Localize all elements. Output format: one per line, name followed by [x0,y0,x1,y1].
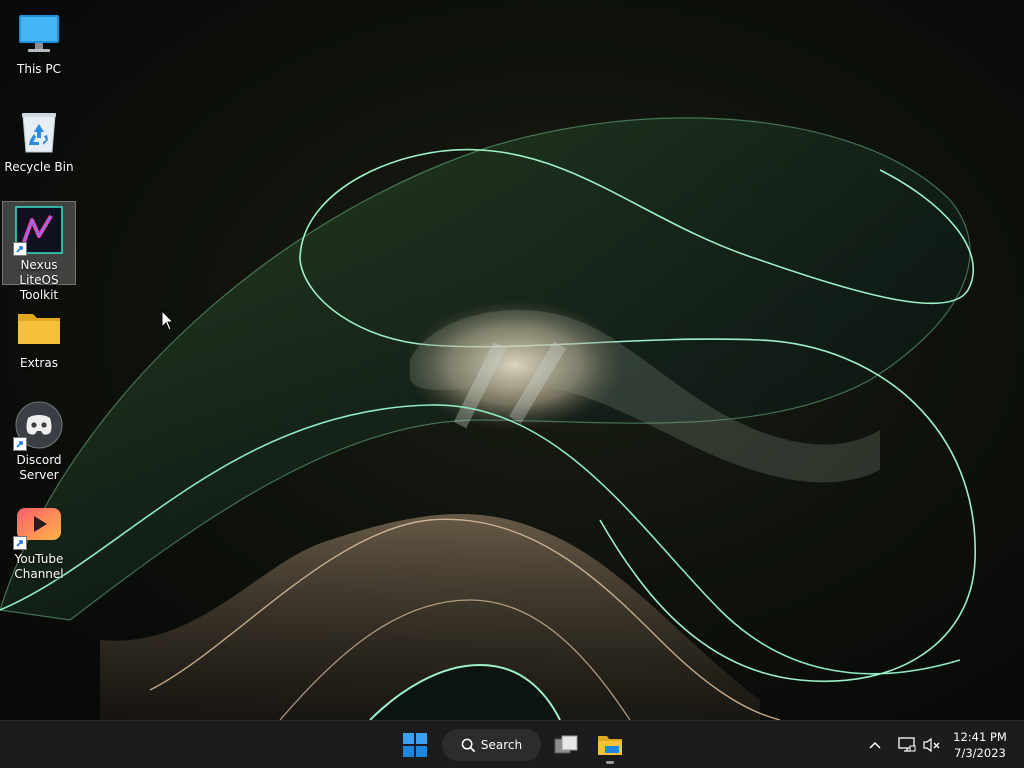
network-button[interactable] [896,727,918,763]
recycle-bin-icon [15,108,63,156]
shortcut-arrow-icon [13,536,27,550]
show-hidden-icons-button[interactable] [864,727,886,763]
search-icon [461,738,476,752]
desktop-icon-label: Recycle Bin [4,160,74,174]
wallpaper [0,117,976,720]
windows-logo-icon [403,733,427,757]
shortcut-arrow-icon [13,437,27,451]
monitor-icon [15,10,63,58]
task-view-icon [554,735,578,754]
network-icon [898,737,916,752]
start-button[interactable] [399,727,431,763]
search-label: Search [480,738,523,752]
desktop-icon-recycle-bin[interactable]: Recycle Bin [2,104,76,184]
desktop-icon-this-pc[interactable]: This PC [2,6,76,86]
chevron-up-icon [869,741,881,749]
youtube-icon [13,500,63,550]
mouse-cursor-icon [161,310,175,331]
desktop-icon-youtube-channel[interactable]: YouTube Channel [2,496,76,581]
clock-time: 12:41 PM [953,730,1007,744]
folder-icon [15,304,63,352]
nexus-toolkit-icon [13,206,63,256]
taskbar-clock[interactable]: 12:41 PM 7/3/2023 [948,729,1012,761]
file-explorer-button[interactable] [593,727,627,764]
volume-muted-icon [923,737,940,753]
desktop-icon-label: YouTube Channel [14,552,64,581]
file-explorer-icon [598,736,622,755]
taskbar: Search 12:41 PM 7/3/2023 [0,720,1024,768]
desktop[interactable]: This PC Recycle Bin Nexus LiteOS Toolkit… [0,0,1024,720]
shortcut-arrow-icon [13,242,27,256]
discord-icon [13,401,63,451]
task-view-button[interactable] [550,727,582,763]
desktop-icon-extras[interactable]: Extras [2,300,76,380]
taskbar-search-box[interactable]: Search [442,729,541,761]
desktop-icon-nexus-liteos-toolkit[interactable]: Nexus LiteOS Toolkit [2,201,76,302]
desktop-icon-label: Discord Server [16,453,62,482]
clock-date: 7/3/2023 [954,746,1006,760]
volume-button[interactable] [921,727,943,763]
desktop-icon-label: Extras [20,356,58,370]
desktop-icon-label: This PC [17,62,61,76]
desktop-icon-label: Nexus LiteOS Toolkit [19,258,59,302]
desktop-icon-discord-server[interactable]: Discord Server [2,397,76,482]
